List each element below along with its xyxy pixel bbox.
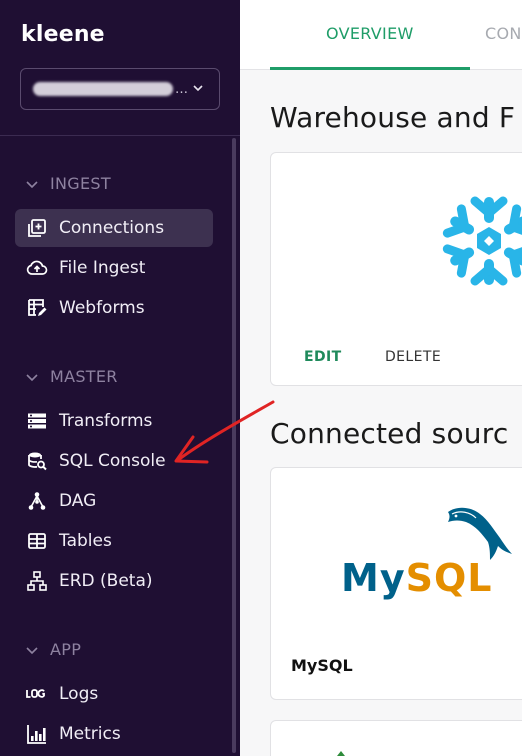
- annotation-arrow: [174, 400, 275, 464]
- app-window: kleene … INGEST Connections File Ingest: [0, 0, 522, 756]
